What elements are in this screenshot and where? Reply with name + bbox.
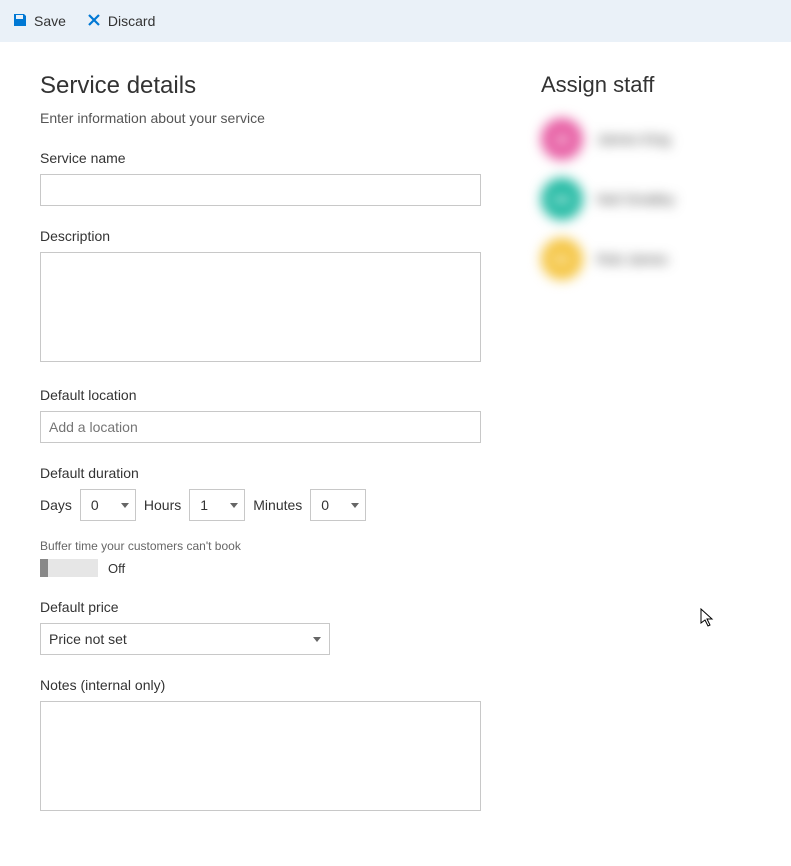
location-label: Default location: [40, 387, 481, 403]
price-value: Price not set: [49, 631, 127, 647]
page-title: Service details: [40, 72, 481, 100]
notes-label: Notes (internal only): [40, 677, 481, 693]
toolbar: Save Discard: [0, 0, 791, 42]
days-dropdown[interactable]: 0: [80, 489, 136, 521]
chevron-down-icon: [121, 503, 129, 508]
duration-row: Days 0 Hours 1 Minutes 0: [40, 489, 481, 521]
notes-input[interactable]: [40, 701, 481, 811]
hours-value: 1: [200, 497, 208, 513]
duration-field: Default duration Days 0 Hours 1 Minutes …: [40, 465, 481, 577]
avatar: JK: [541, 118, 583, 160]
price-dropdown[interactable]: Price not set: [40, 623, 330, 655]
location-field: Default location: [40, 387, 481, 443]
buffer-toggle-label: Off: [108, 561, 125, 576]
hours-dropdown[interactable]: 1: [189, 489, 245, 521]
staff-item[interactable]: NS Neil Smalley: [541, 178, 751, 220]
duration-label: Default duration: [40, 465, 481, 481]
staff-name: Neil Smalley: [597, 191, 675, 207]
days-label: Days: [40, 497, 72, 513]
staff-item[interactable]: JK James King: [541, 118, 751, 160]
service-name-input[interactable]: [40, 174, 481, 206]
toggle-knob: [40, 559, 48, 577]
minutes-dropdown[interactable]: 0: [310, 489, 366, 521]
chevron-down-icon: [351, 503, 359, 508]
minutes-value: 0: [321, 497, 329, 513]
buffer-toggle[interactable]: [40, 559, 98, 577]
service-name-label: Service name: [40, 150, 481, 166]
close-icon: [86, 12, 102, 31]
assign-staff-panel: Assign staff JK James King NS Neil Smalley R…: [541, 72, 751, 836]
days-value: 0: [91, 497, 99, 513]
description-input[interactable]: [40, 252, 481, 362]
price-label: Default price: [40, 599, 481, 615]
staff-name: Rob James: [597, 251, 668, 267]
buffer-toggle-row: Off: [40, 559, 481, 577]
hours-label: Hours: [144, 497, 181, 513]
staff-name: James King: [597, 131, 670, 147]
buffer-hint: Buffer time your customers can't book: [40, 539, 481, 553]
avatar: NS: [541, 178, 583, 220]
location-input[interactable]: [40, 411, 481, 443]
save-button[interactable]: Save: [12, 12, 66, 31]
page-subtitle: Enter information about your service: [40, 110, 481, 126]
assign-staff-heading: Assign staff: [541, 72, 751, 98]
description-label: Description: [40, 228, 481, 244]
minutes-label: Minutes: [253, 497, 302, 513]
discard-button[interactable]: Discard: [86, 12, 155, 31]
chevron-down-icon: [313, 637, 321, 642]
save-icon: [12, 12, 28, 31]
description-field: Description: [40, 228, 481, 365]
service-details-panel: Service details Enter information about …: [40, 72, 481, 836]
chevron-down-icon: [230, 503, 238, 508]
staff-item[interactable]: RJ Rob James: [541, 238, 751, 280]
discard-label: Discard: [108, 13, 155, 29]
save-label: Save: [34, 13, 66, 29]
price-field: Default price Price not set: [40, 599, 481, 655]
content: Service details Enter information about …: [0, 42, 791, 866]
service-name-field: Service name: [40, 150, 481, 206]
staff-list: JK James King NS Neil Smalley RJ Rob James: [541, 118, 751, 280]
avatar: RJ: [541, 238, 583, 280]
notes-field: Notes (internal only): [40, 677, 481, 814]
